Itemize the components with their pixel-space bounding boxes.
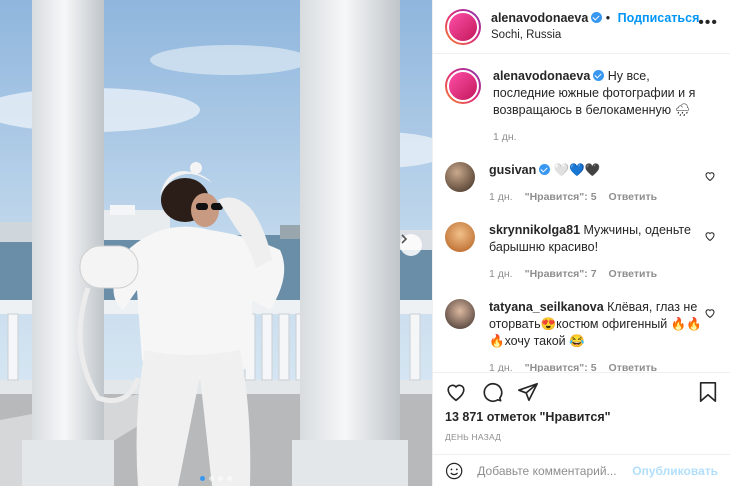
publish-button[interactable]: Опубликовать xyxy=(632,464,718,478)
comments-list[interactable]: alenavodonaeva Ну все, последние южные ф… xyxy=(433,54,730,372)
photo-illustration xyxy=(0,0,432,486)
comment-likes[interactable]: "Нравится": 5 xyxy=(525,189,597,206)
avatar[interactable] xyxy=(445,299,475,329)
carousel-dot xyxy=(227,476,232,481)
avatar[interactable] xyxy=(445,68,481,104)
heart-icon[interactable] xyxy=(704,230,716,242)
location-link[interactable]: Sochi, Russia xyxy=(491,27,699,44)
verified-badge-icon xyxy=(593,70,605,81)
post-modal: alenavodonaeva • Подписаться Sochi, Russ… xyxy=(0,0,730,486)
comment-time[interactable]: 1 дн. xyxy=(489,360,513,372)
add-comment-bar: Опубликовать xyxy=(433,454,730,486)
share-send-icon[interactable] xyxy=(517,381,539,403)
verified-badge-icon xyxy=(591,11,603,23)
avatar[interactable] xyxy=(445,222,475,252)
caption: alenavodonaeva Ну все, последние южные ф… xyxy=(445,68,718,146)
list-item: skrynnikolga81 Мужчины, оденьте барышню … xyxy=(445,222,718,283)
post-photo[interactable] xyxy=(0,0,432,486)
avatar[interactable] xyxy=(445,8,481,45)
comment-bubble-icon[interactable] xyxy=(481,381,503,403)
heart-icon[interactable] xyxy=(704,170,716,182)
like-heart-icon[interactable] xyxy=(445,381,467,403)
heart-icon[interactable] xyxy=(704,307,716,319)
reply-button[interactable]: Ответить xyxy=(609,189,658,206)
comment-time[interactable]: 1 дн. xyxy=(489,189,513,206)
comment-time[interactable]: 1 дн. xyxy=(489,266,513,283)
post-actions: 13 871 отметок "Нравится" ДЕНЬ НАЗАД Опу… xyxy=(433,372,730,486)
post-side-panel: alenavodonaeva • Подписаться Sochi, Russ… xyxy=(432,0,730,486)
verified-badge-icon xyxy=(539,164,551,175)
header-separator: • xyxy=(605,10,611,25)
comment-text: 🤍💙🖤 xyxy=(553,163,601,177)
list-item: gusivan 🤍💙🖤 1 дн. "Нравится": 5 Ответить xyxy=(445,162,718,206)
caption-username[interactable]: alenavodonaeva xyxy=(493,69,590,83)
reply-button[interactable]: Ответить xyxy=(609,360,658,372)
carousel-dot xyxy=(200,476,205,481)
emoji-smile-icon[interactable] xyxy=(445,460,463,482)
follow-button[interactable]: Подписаться xyxy=(618,11,700,25)
carousel-indicator xyxy=(0,476,432,481)
carousel-next-button[interactable] xyxy=(400,234,422,256)
comment-likes[interactable]: "Нравится": 7 xyxy=(525,266,597,283)
avatar[interactable] xyxy=(445,162,475,192)
post-header: alenavodonaeva • Подписаться Sochi, Russ… xyxy=(433,0,730,54)
comment-username[interactable]: skrynnikolga81 xyxy=(489,223,580,237)
caption-time[interactable]: 1 дн. xyxy=(493,129,517,146)
comment-username[interactable]: gusivan xyxy=(489,163,536,177)
author-username[interactable]: alenavodonaeva xyxy=(491,11,588,25)
comment-username[interactable]: tatyana_seilkanova xyxy=(489,300,604,314)
list-item: tatyana_seilkanova Клёвая, глаз не оторв… xyxy=(445,299,718,372)
chevron-right-icon xyxy=(401,234,408,244)
comment-input[interactable] xyxy=(477,463,633,478)
carousel-dot xyxy=(209,476,214,481)
reply-button[interactable]: Ответить xyxy=(609,266,658,283)
carousel-dot xyxy=(218,476,223,481)
more-options-icon[interactable]: ••• xyxy=(698,14,718,32)
comment-likes[interactable]: "Нравится": 5 xyxy=(525,360,597,372)
likes-count[interactable]: 13 871 отметок "Нравится" xyxy=(433,410,730,424)
post-date[interactable]: ДЕНЬ НАЗАД xyxy=(433,432,730,442)
bookmark-icon[interactable] xyxy=(698,381,718,403)
